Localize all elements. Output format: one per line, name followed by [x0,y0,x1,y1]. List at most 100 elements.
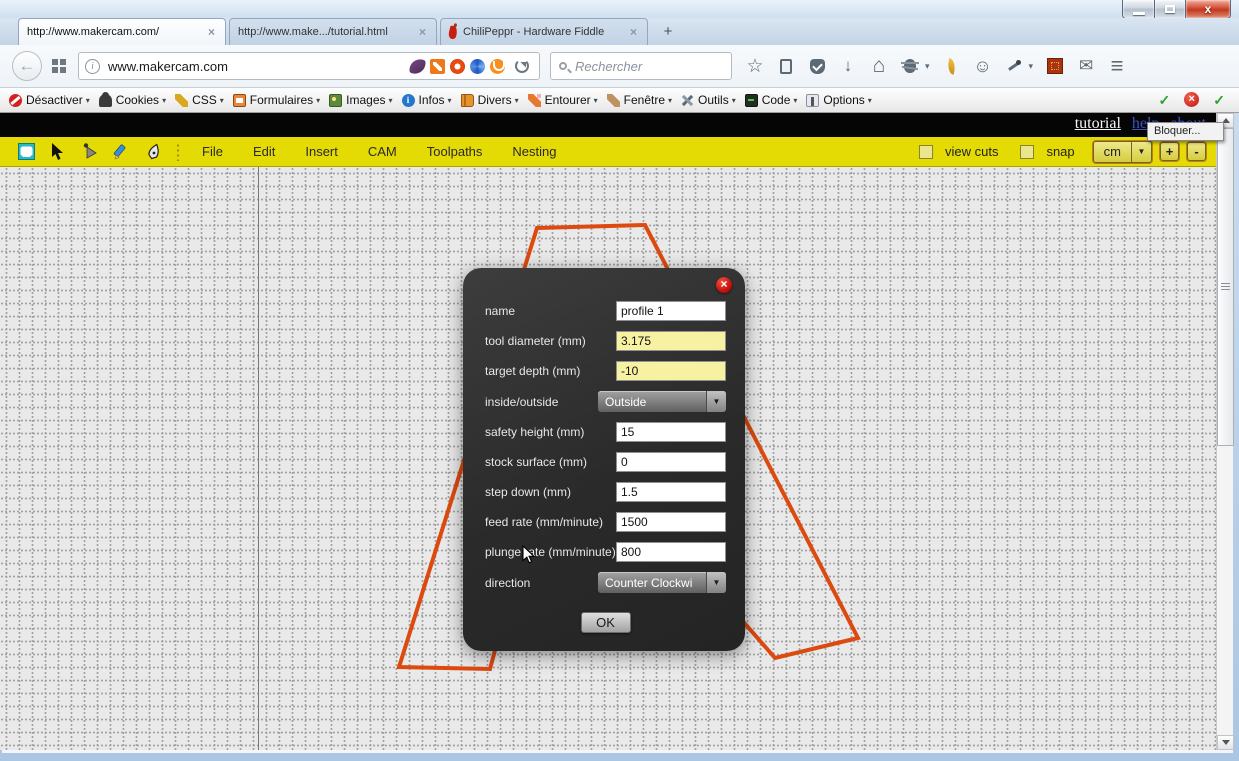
step-down-input[interactable] [616,482,726,502]
chevron-down-icon: ▾ [162,96,166,105]
chevron-down-icon[interactable]: ▾ [925,61,930,72]
tab-close-icon[interactable]: × [628,25,639,39]
devbar-item-fenetre[interactable]: Fenêtre▾ [607,93,672,107]
node-select-tool-button[interactable] [80,142,100,162]
orange-smile-extension-icon[interactable] [490,59,505,74]
tab-makercam[interactable]: http://www.makercam.com/ × [18,18,226,45]
close-window-button[interactable]: x [1186,0,1231,19]
home-icon[interactable]: ⌂ [870,57,888,75]
devbar-item-css[interactable]: CSS▾ [175,93,224,107]
hand-icon [18,143,35,160]
dropdown-arrow-icon[interactable]: ▼ [706,391,726,412]
orange-n-extension-icon[interactable] [430,59,445,74]
devbar-item-desactiver[interactable]: Désactiver▾ [9,93,90,107]
clipboard-icon[interactable] [777,57,795,75]
pen-tool-button[interactable] [144,142,164,162]
field-label: plunge rate (mm/minute) [485,545,616,559]
site-header: tutorial help about [0,113,1216,137]
bug-addon-icon[interactable] [901,57,919,75]
smiley-addon-icon[interactable]: ☺ [974,57,992,75]
search-icon [559,62,567,70]
devbar-item-entourer[interactable]: Entourer▾ [528,93,598,107]
scrapbook-addon-icon[interactable] [1046,57,1064,75]
dialog-close-button[interactable]: × [716,277,732,293]
maximize-icon [1165,5,1175,13]
tab-groups-button[interactable] [48,55,70,77]
eyedropper-icon[interactable] [1005,57,1023,75]
maximize-button[interactable] [1155,0,1186,19]
direction-dropdown[interactable]: Counter Clockwi ▼ [598,572,726,593]
menu-toolpaths[interactable]: Toolpaths [427,144,483,159]
pencil-tool-button[interactable] [112,142,132,162]
valid-check-icon[interactable]: ✓ [1213,92,1225,109]
tool-diameter-input[interactable] [616,331,726,351]
tab-chilipeppr[interactable]: ChiliPeppr - Hardware Fiddle × [440,18,648,45]
menu-insert[interactable]: Insert [305,144,338,159]
valid-check-icon[interactable]: ✓ [1159,92,1171,109]
orange-ring-extension-icon[interactable] [450,59,465,74]
reload-icon[interactable] [515,59,529,73]
select-arrow-icon [51,143,65,161]
zoom-out-button[interactable]: - [1187,142,1206,161]
site-info-icon[interactable]: i [85,59,100,74]
target-depth-input[interactable] [616,361,726,381]
devbar-item-code[interactable]: Code▾ [745,93,798,107]
search-placeholder[interactable]: Rechercher [575,59,642,74]
devbar-item-options[interactable]: Options▾ [806,93,871,107]
menu-nesting[interactable]: Nesting [512,144,556,159]
new-tab-button[interactable]: + [655,22,681,42]
url-bar[interactable]: i www.makercam.com [78,52,540,80]
feed-rate-input[interactable] [616,512,726,532]
url-text[interactable]: www.makercam.com [108,59,410,74]
menu-cam[interactable]: CAM [368,144,397,159]
menu-edit[interactable]: Edit [253,144,275,159]
error-icon[interactable]: × [1184,92,1199,107]
inside-outside-dropdown[interactable]: Outside ▼ [598,391,726,412]
stock-surface-input[interactable] [616,452,726,472]
devbar-item-infos[interactable]: iInfos▾ [402,93,452,107]
blue-wave-extension-icon[interactable] [470,59,485,74]
back-button[interactable]: ← [12,51,42,81]
tab-close-icon[interactable]: × [206,25,217,39]
downloads-icon[interactable]: ↓ [839,57,857,75]
name-input[interactable] [616,301,726,321]
devbar-item-outils[interactable]: Outils▾ [681,93,736,107]
select-tool-button[interactable] [48,142,68,162]
zoom-in-button[interactable]: + [1160,142,1179,161]
feather-addon-icon[interactable] [943,57,961,75]
pan-tool-button[interactable] [16,142,36,162]
minimize-button[interactable] [1122,0,1155,19]
plunge-rate-input[interactable] [616,542,726,562]
gesture-extension-icon[interactable] [409,58,426,75]
tutorial-link[interactable]: tutorial [1075,115,1121,132]
chevron-down-icon[interactable]: ▾ [1029,61,1034,72]
code-terminal-icon [745,94,758,107]
devbar-item-images[interactable]: Images▾ [329,93,392,107]
devbar-item-divers[interactable]: Divers▾ [461,93,519,107]
unit-dropdown[interactable]: cm ▼ [1093,141,1152,163]
view-cuts-checkbox[interactable] [919,145,933,159]
pocket-icon[interactable] [808,57,826,75]
scrollbar-thumb[interactable] [1217,128,1234,446]
bookmark-star-icon[interactable]: ☆ [746,57,764,75]
menu-file[interactable]: File [202,144,223,159]
menu-hamburger-icon[interactable]: ≡ [1108,57,1126,75]
devbar-item-formulaires[interactable]: Formulaires▾ [233,93,320,107]
window-tool-icon [607,94,620,107]
safety-height-input[interactable] [616,422,726,442]
dropdown-arrow-icon[interactable]: ▼ [706,572,726,593]
tab-tutorial[interactable]: http://www.make.../tutorial.html × [229,18,437,45]
dropdown-arrow-icon[interactable]: ▼ [1131,142,1151,162]
block-plugin-tooltip[interactable]: Bloquer... [1147,122,1224,141]
mail-icon[interactable]: ✉ [1077,57,1095,75]
ok-button[interactable]: OK [581,612,631,633]
scroll-down-button[interactable] [1217,735,1234,750]
tab-close-icon[interactable]: × [417,25,428,39]
vertical-scrollbar[interactable] [1216,113,1233,750]
drawing-canvas[interactable]: × name tool diameter (mm) target depth (… [0,167,1216,750]
snap-checkbox[interactable] [1020,145,1034,159]
search-bar[interactable]: Rechercher [550,52,732,80]
devbar-item-cookies[interactable]: Cookies▾ [99,93,166,107]
title-bar[interactable] [0,0,1239,18]
dropdown-value: Outside [598,395,706,409]
